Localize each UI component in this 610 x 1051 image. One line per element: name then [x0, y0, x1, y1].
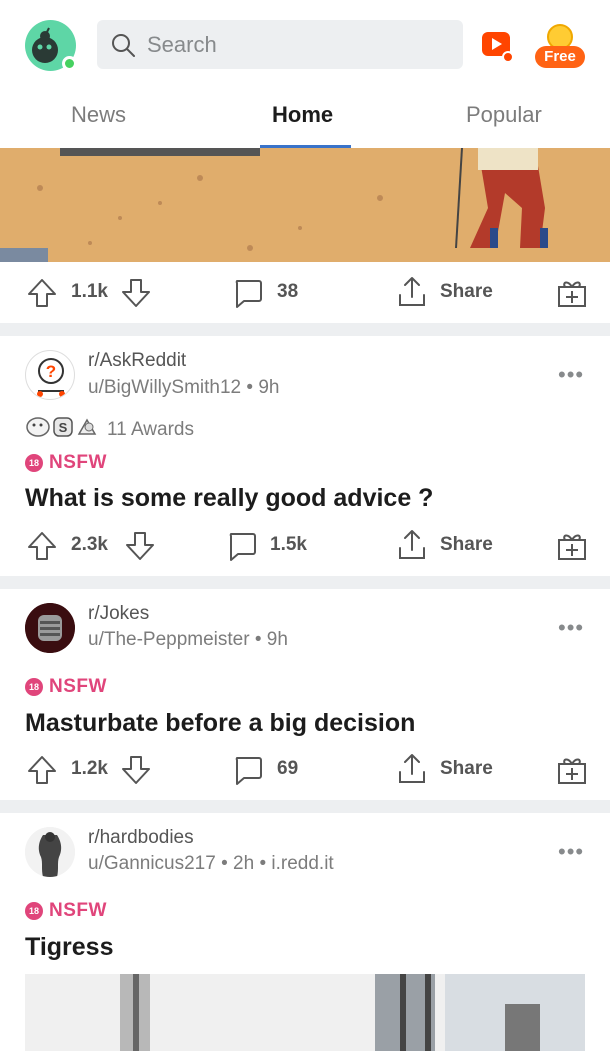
svg-text:S: S: [59, 420, 68, 435]
vote-score: 1.2k: [71, 758, 108, 779]
subreddit-name[interactable]: r/hardbodies: [88, 827, 194, 849]
more-options-icon[interactable]: •••: [558, 362, 584, 388]
search-placeholder: Search: [147, 32, 217, 57]
tab-news[interactable]: News: [71, 102, 126, 128]
post-image[interactable]: [25, 974, 585, 1051]
nsfw-18-icon: 18: [25, 902, 43, 920]
meta-separator: •: [259, 853, 272, 874]
nsfw-label: NSFW: [49, 676, 107, 697]
post-time: 2h: [233, 853, 255, 874]
downvote-icon[interactable]: [124, 530, 156, 567]
meta-separator: •: [254, 629, 267, 650]
gift-award-icon[interactable]: [556, 754, 588, 791]
post-domain[interactable]: i.redd.it: [271, 853, 333, 874]
top-bar: Search Free: [0, 0, 610, 88]
meta-separator: •: [246, 377, 259, 398]
free-label: Free: [535, 46, 585, 68]
post-author[interactable]: u/BigWillySmith12: [88, 377, 241, 398]
gift-award-icon[interactable]: [556, 277, 588, 314]
vote-score: 1.1k: [71, 281, 108, 302]
awards-count: 11 Awards: [107, 418, 194, 440]
tab-home[interactable]: Home: [272, 102, 333, 128]
video-button[interactable]: [479, 26, 517, 64]
post-author[interactable]: u/The-Peppmeister: [88, 629, 250, 650]
user-avatar[interactable]: [25, 20, 77, 71]
free-coins-button[interactable]: Free: [533, 22, 587, 70]
downvote-icon[interactable]: [120, 754, 152, 791]
post-actions: 2.3k 1.5k Share: [0, 516, 610, 576]
more-options-icon[interactable]: •••: [558, 839, 584, 865]
subreddit-name[interactable]: r/Jokes: [88, 603, 149, 625]
subreddit-name[interactable]: r/AskReddit: [88, 350, 186, 372]
subreddit-avatar[interactable]: [25, 603, 75, 653]
post-time: 9h: [258, 377, 280, 398]
feed-divider: [0, 800, 610, 813]
post-title[interactable]: Tigress: [25, 933, 113, 962]
feed-tabs: News Home Popular: [0, 88, 610, 148]
video-play-icon: [482, 32, 514, 63]
wholesome-award-icon: [75, 416, 101, 443]
more-options-icon[interactable]: •••: [558, 615, 584, 641]
post-time: 9h: [266, 629, 288, 650]
upvote-icon[interactable]: [26, 277, 58, 314]
comment-icon[interactable]: [226, 530, 258, 567]
post-actions: 1.2k 69 Share: [0, 740, 610, 800]
post-image[interactable]: [0, 148, 610, 262]
post-meta: u/BigWillySmith12 • 9h: [88, 377, 279, 399]
feed-divider: [0, 576, 610, 589]
post-meta: u/The-Peppmeister • 9h: [88, 629, 288, 651]
search-icon: [110, 32, 136, 63]
nsfw-18-icon: 18: [25, 454, 43, 472]
svg-text:?: ?: [46, 362, 56, 381]
post-title[interactable]: Masturbate before a big decision: [25, 709, 415, 738]
downvote-icon[interactable]: [120, 277, 152, 314]
subreddit-avatar[interactable]: [25, 827, 75, 877]
subreddit-avatar[interactable]: ?: [25, 350, 75, 400]
share-button[interactable]: Share: [440, 758, 493, 780]
share-icon[interactable]: [396, 528, 428, 567]
gift-award-icon[interactable]: [556, 530, 588, 567]
nsfw-tag: 18 NSFW: [25, 452, 107, 474]
upvote-icon[interactable]: [26, 754, 58, 791]
silver-award-icon: S: [51, 416, 75, 443]
comment-icon[interactable]: [232, 277, 264, 314]
online-status-dot: [62, 56, 77, 71]
comment-icon[interactable]: [232, 754, 264, 791]
post-meta: u/Gannicus217 • 2h • i.redd.it: [88, 853, 334, 875]
post-card[interactable]: ? r/AskReddit u/BigWillySmith12 • 9h •••…: [0, 336, 610, 576]
vote-score: 2.3k: [71, 534, 108, 555]
search-input[interactable]: Search: [97, 20, 463, 69]
nsfw-tag: 18 NSFW: [25, 900, 107, 922]
awards-row[interactable]: S 11 Awards: [25, 416, 194, 443]
award-icon: [25, 416, 51, 443]
share-icon[interactable]: [396, 752, 428, 791]
nsfw-18-icon: 18: [25, 678, 43, 696]
comment-count: 1.5k: [270, 534, 307, 555]
nsfw-label: NSFW: [49, 900, 107, 921]
share-icon[interactable]: [396, 275, 428, 314]
feed-divider: [0, 323, 610, 336]
tab-popular[interactable]: Popular: [466, 102, 542, 128]
post-title[interactable]: What is some really good advice ?: [25, 484, 433, 513]
post-author[interactable]: u/Gannicus217: [88, 853, 216, 874]
meta-separator: •: [221, 853, 234, 874]
upvote-icon[interactable]: [26, 530, 58, 567]
nsfw-label: NSFW: [49, 452, 107, 473]
share-button[interactable]: Share: [440, 281, 493, 303]
comment-count: 69: [277, 758, 299, 779]
post-actions: 1.1k 38 Share: [0, 263, 610, 323]
comment-count: 38: [277, 281, 299, 302]
share-button[interactable]: Share: [440, 534, 493, 556]
post-card[interactable]: r/Jokes u/The-Peppmeister • 9h ••• 18 NS…: [0, 589, 610, 799]
nsfw-tag: 18 NSFW: [25, 676, 107, 698]
